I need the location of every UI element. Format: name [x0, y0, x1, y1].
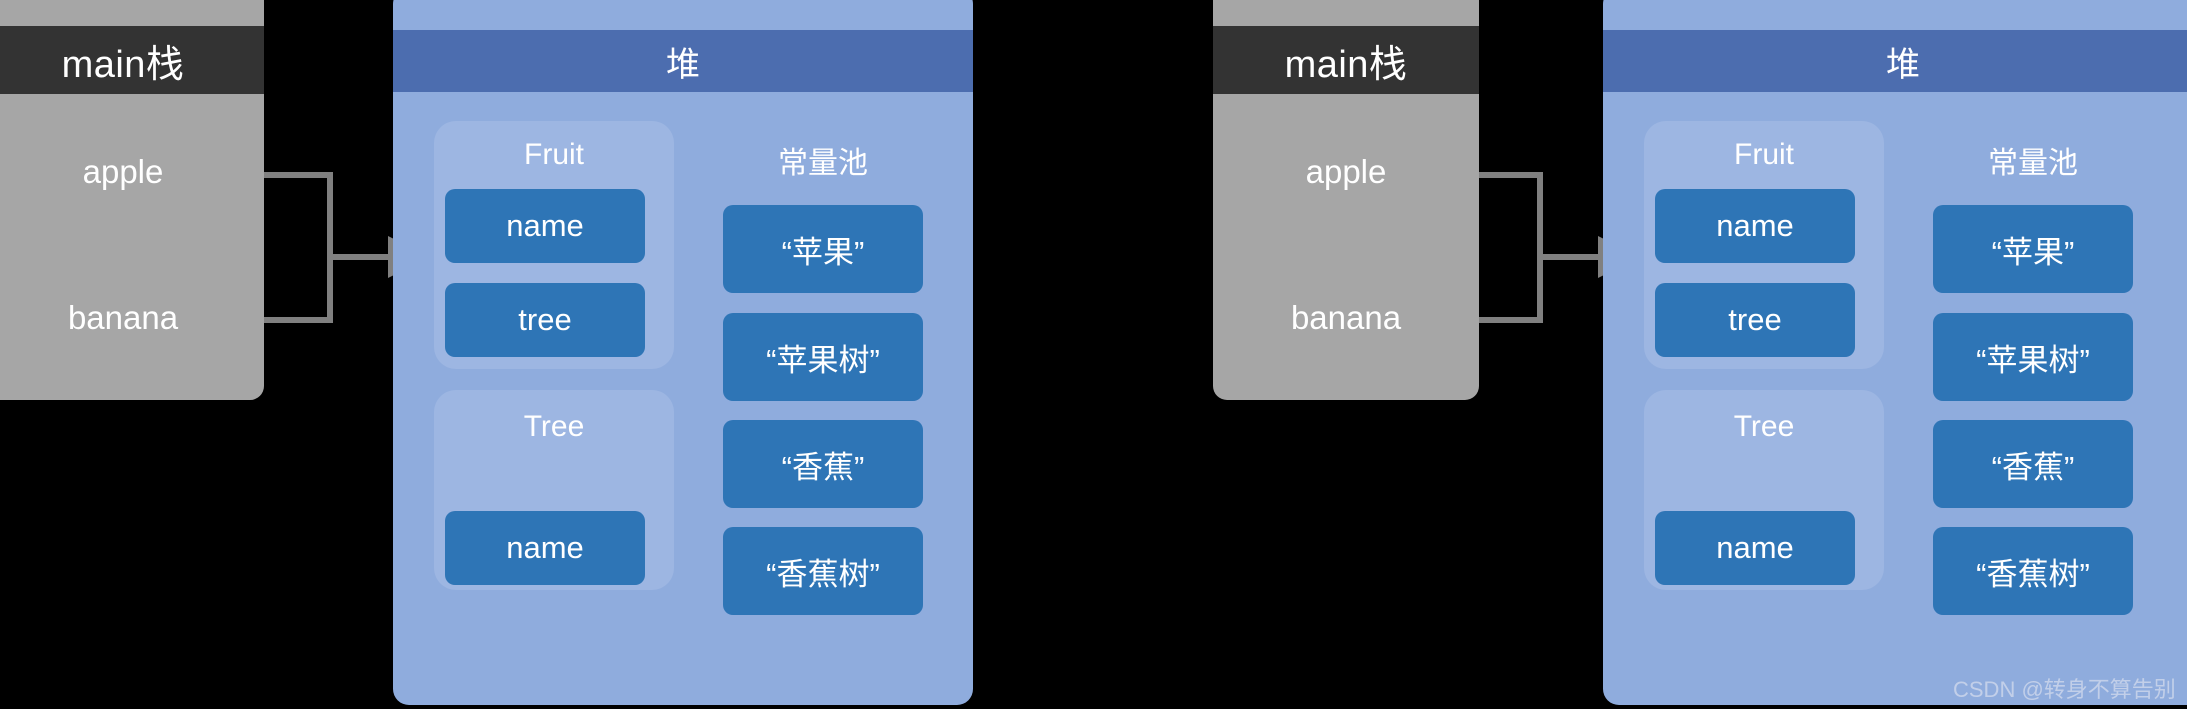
field-fruit-name-before[interactable]: name	[445, 189, 645, 263]
heap-group-title: Fruit	[434, 138, 674, 172]
heap-panel-after: 堆 Fruit name tree Tree name 常量池 “苹果” “苹果…	[1603, 0, 2187, 705]
heap-title-label: 堆	[1886, 45, 1920, 84]
stack-slot-label: banana	[67, 299, 179, 336]
stack-slot-label: banana	[1290, 299, 1402, 336]
pool-entry-appletree-before[interactable]: “苹果树”	[723, 313, 923, 401]
pool-entry-label: “苹果树”	[1976, 342, 2090, 378]
heap-group-title-label: Tree	[1733, 410, 1795, 443]
heap-group-title: Tree	[1644, 410, 1884, 444]
stack-panel-after: main栈 apple banana	[1213, 0, 1479, 400]
pool-title-label: 常量池	[778, 147, 868, 180]
pool-entry-label: “香蕉树”	[1976, 556, 2090, 592]
heap-group-title-label: Fruit	[524, 138, 584, 171]
pool-entry-apple-before[interactable]: “苹果”	[723, 205, 923, 293]
heap-group-title-label: Fruit	[1734, 138, 1794, 171]
field-label: name	[506, 208, 584, 243]
heap-group-title: Fruit	[1644, 138, 1884, 172]
heap-group-title: Tree	[434, 410, 674, 444]
stack-panel-before: main栈 apple banana	[0, 0, 264, 400]
watermark-label: CSDN @转身不算告别	[1953, 677, 2176, 702]
pool-entry-label: “香蕉”	[781, 449, 865, 485]
pool-entry-bananatree-before[interactable]: “香蕉树”	[723, 527, 923, 615]
field-label: tree	[518, 302, 572, 337]
field-fruit-tree-before[interactable]: tree	[445, 283, 645, 357]
stack-title-label: main栈	[61, 43, 185, 86]
stack-slot-label: apple	[1305, 153, 1387, 190]
pool-entry-label: “苹果”	[1991, 234, 2075, 270]
stack-title-before: main栈	[0, 26, 264, 94]
pool-entry-banana-before[interactable]: “香蕉”	[723, 420, 923, 508]
pool-entry-appletree-after[interactable]: “苹果树”	[1933, 313, 2133, 401]
pool-title-label: 常量池	[1988, 147, 2078, 180]
field-tree-name-before[interactable]: name	[445, 511, 645, 585]
pool-entry-label: “香蕉树”	[766, 556, 880, 592]
pool-title-before: 常量池	[723, 138, 923, 182]
field-label: name	[506, 530, 584, 565]
stack-title-label: main栈	[1284, 43, 1408, 86]
field-label: name	[1716, 208, 1794, 243]
pool-entry-label: “苹果树”	[766, 342, 880, 378]
heap-title-after: 堆	[1603, 30, 2187, 92]
stack-slot-apple-before[interactable]: apple	[0, 150, 264, 194]
field-label: tree	[1728, 302, 1782, 337]
field-tree-name-after[interactable]: name	[1655, 511, 1855, 585]
stack-slot-banana-before[interactable]: banana	[0, 296, 264, 340]
heap-panel-before: 堆 Fruit name tree Tree name 常量池 “苹果” “苹果…	[393, 0, 973, 705]
stack-slot-banana-after[interactable]: banana	[1213, 296, 1479, 340]
field-fruit-tree-after[interactable]: tree	[1655, 283, 1855, 357]
heap-group-title-label: Tree	[523, 410, 585, 443]
pool-entry-label: “香蕉”	[1991, 449, 2075, 485]
pool-entry-apple-after[interactable]: “苹果”	[1933, 205, 2133, 293]
stack-slot-label: apple	[82, 153, 164, 190]
pool-entry-banana-after[interactable]: “香蕉”	[1933, 420, 2133, 508]
field-label: name	[1716, 530, 1794, 565]
heap-title-before: 堆	[393, 30, 973, 92]
pool-entry-label: “苹果”	[781, 234, 865, 270]
field-fruit-name-after[interactable]: name	[1655, 189, 1855, 263]
stack-slot-apple-after[interactable]: apple	[1213, 150, 1479, 194]
heap-title-label: 堆	[666, 45, 700, 84]
diagram-canvas: main栈 apple banana 堆 Fruit name tree Tre…	[0, 0, 2187, 709]
pool-entry-bananatree-after[interactable]: “香蕉树”	[1933, 527, 2133, 615]
stack-title-after: main栈	[1213, 26, 1479, 94]
pool-title-after: 常量池	[1933, 138, 2133, 182]
watermark: CSDN @转身不算告别	[1953, 672, 2176, 704]
